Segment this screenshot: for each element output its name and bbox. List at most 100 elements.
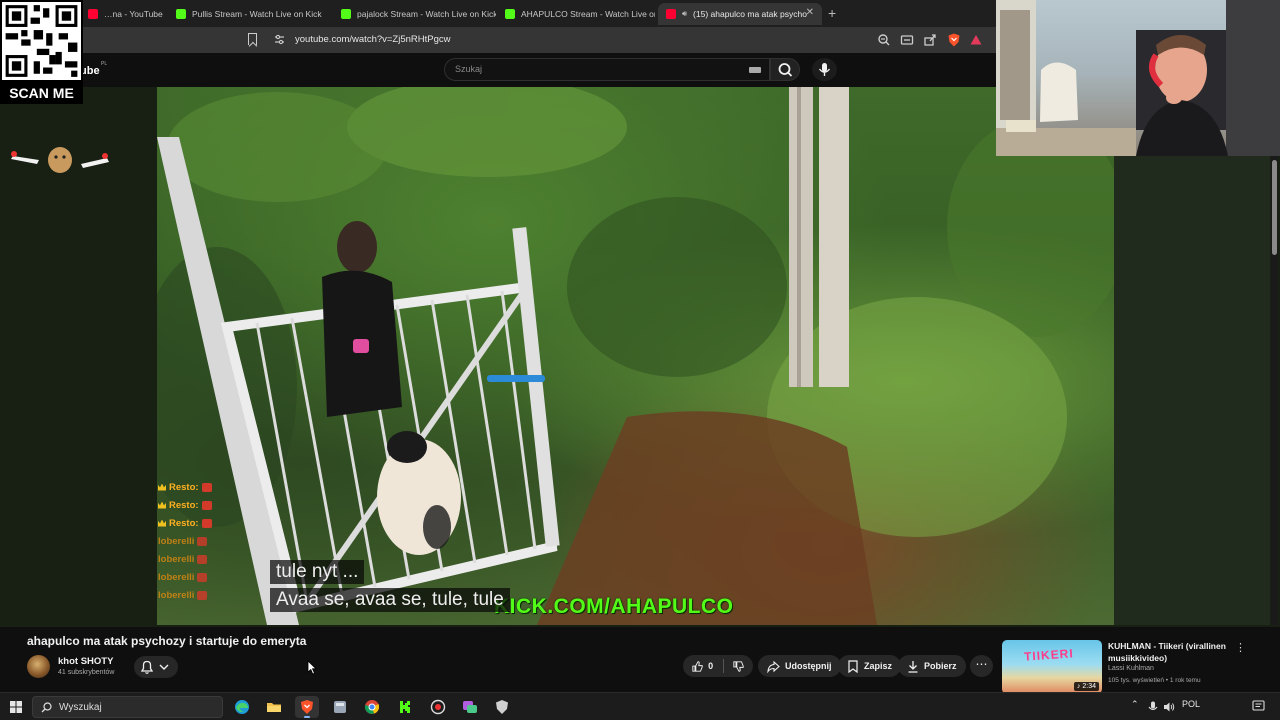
- windows-start-icon[interactable]: [10, 701, 22, 713]
- recommended-video-channel[interactable]: Lassi Kuhlman: [1108, 665, 1154, 672]
- taskbar-app-shield[interactable]: [490, 696, 514, 718]
- tab-kick-pajalock[interactable]: pajalock Stream - Watch Live on Kick: [333, 3, 496, 25]
- chat-username: Resto:: [169, 481, 199, 493]
- channel-avatar[interactable]: [27, 655, 50, 678]
- emote-icon: [201, 518, 212, 528]
- cast-icon[interactable]: [899, 32, 915, 48]
- tab-kick-pullis[interactable]: Pullis Stream - Watch Live on Kick: [168, 3, 333, 25]
- recommended-video-title[interactable]: KUHLMAN - Tiikeri (virallinen musiikkivi…: [1108, 640, 1228, 664]
- tray-microphone-icon[interactable]: [1148, 701, 1158, 713]
- crown-icon: [158, 519, 166, 527]
- crown-icon: [158, 501, 166, 509]
- brave-shields-icon[interactable]: [946, 32, 962, 48]
- folder-icon: [267, 703, 281, 712]
- chat-username: loberelli: [158, 589, 195, 601]
- stream-chat-overlay: Resto: Resto: Resto: loberelli loberelli…: [158, 478, 238, 604]
- subtitle-line-1: tule nyt ...: [270, 560, 365, 584]
- tab-kick-ahapulco[interactable]: AHAPULCO Stream - Watch Live on Kick: [497, 3, 655, 25]
- more-actions-button[interactable]: ⋯: [970, 655, 993, 677]
- subscriber-count: 41 subskrybentów: [58, 669, 115, 676]
- kick-favicon-icon: [176, 9, 186, 19]
- url-field[interactable]: youtube.com/watch?v=Zj5nRHtPgcw: [295, 34, 451, 45]
- tray-language[interactable]: POL: [1182, 699, 1200, 709]
- save-button[interactable]: Zapisz: [838, 655, 902, 677]
- record-icon: [430, 699, 446, 715]
- download-icon: [908, 660, 918, 673]
- taskbar-brave[interactable]: [295, 696, 319, 718]
- chat-message: Resto:: [158, 496, 238, 514]
- qr-code: [0, 0, 83, 82]
- like-icon[interactable]: [692, 660, 703, 673]
- chat-message: loberelli: [158, 532, 238, 550]
- new-tab-icon[interactable]: +: [828, 5, 836, 21]
- search-input[interactable]: Szukaj: [444, 58, 770, 81]
- qr-caption: SCAN ME: [0, 82, 83, 104]
- speaker-icon: 🔊︎: [682, 9, 688, 18]
- tab-youtube[interactable]: …na - YouTube: [80, 3, 168, 25]
- taskbar-app-chat[interactable]: [458, 696, 482, 718]
- chat-username: loberelli: [158, 553, 195, 565]
- close-tab-icon[interactable]: ✕: [806, 7, 814, 18]
- bookmark-icon[interactable]: [248, 33, 257, 45]
- video-title: ahapulco ma atak psychozy i startuje do …: [27, 634, 307, 648]
- browser-tab-strip: …na - YouTube Pullis Stream - Watch Live…: [0, 0, 996, 27]
- recommendation-menu-icon[interactable]: ⋮: [1235, 641, 1246, 654]
- voice-search-button[interactable]: [812, 58, 837, 81]
- page-scrollbar-thumb[interactable]: [1272, 160, 1277, 255]
- chat-message: loberelli: [158, 550, 238, 568]
- emote-icon: [197, 572, 208, 582]
- emote-icon: [201, 500, 212, 510]
- kick-favicon-icon: [505, 9, 515, 19]
- download-label: Pobierz: [924, 661, 957, 671]
- zoom-icon[interactable]: [876, 32, 892, 48]
- duration-value: 2:34: [1082, 683, 1096, 690]
- download-button[interactable]: Pobierz: [898, 655, 966, 677]
- mouse-cursor-icon: [307, 660, 317, 675]
- site-settings-icon[interactable]: [274, 34, 285, 45]
- dislike-icon[interactable]: [733, 660, 744, 673]
- taskbar-kick[interactable]: [393, 696, 417, 718]
- taskbar-edge[interactable]: [230, 696, 254, 718]
- chat-message: Resto:: [158, 514, 238, 532]
- channel-name[interactable]: khot SHOTY: [58, 656, 113, 667]
- brave-rewards-icon[interactable]: [968, 32, 984, 48]
- tab-label: …na - YouTube: [104, 9, 163, 19]
- tab-label: pajalock Stream - Watch Live on Kick: [357, 9, 496, 19]
- qr-code-icon: [2, 2, 81, 80]
- taskbar-search-placeholder: Wyszukaj: [59, 702, 102, 713]
- emote-icon: [197, 590, 208, 600]
- streamer-webcam: [996, 0, 1280, 156]
- chrome-icon: [364, 700, 380, 714]
- webcam-image: [996, 0, 1280, 156]
- notification-center-icon[interactable]: [1252, 700, 1265, 713]
- tab-youtube-active[interactable]: 🔊︎ (15) ahapulco ma atak psycho ✕: [658, 3, 822, 25]
- more-icon: ⋯: [975, 657, 988, 671]
- search-button[interactable]: [770, 58, 800, 81]
- chat-app-icon: [463, 701, 477, 713]
- taskbar-chrome[interactable]: [360, 696, 384, 718]
- taskbar-file-explorer[interactable]: [262, 696, 286, 718]
- sidebar-background: [1114, 155, 1270, 625]
- chat-username: loberelli: [158, 535, 195, 547]
- taskbar-app-recorder[interactable]: [426, 696, 450, 718]
- video-duration: ♪ 2:34: [1073, 682, 1099, 691]
- kick-favicon-icon: [341, 9, 351, 19]
- keyboard-icon[interactable]: [749, 67, 761, 73]
- youtube-country-code: PL: [101, 61, 108, 67]
- share-button[interactable]: Udostępnij: [758, 655, 841, 677]
- taskbar-search-input[interactable]: Wyszukaj: [32, 696, 223, 718]
- kick-icon: [400, 701, 410, 713]
- like-count[interactable]: 0: [708, 661, 713, 671]
- save-label: Zapisz: [864, 661, 893, 671]
- shield-icon: [496, 700, 508, 714]
- tray-volume-icon[interactable]: [1163, 701, 1175, 713]
- search-icon: [41, 702, 52, 713]
- tray-chevron-icon[interactable]: ⌃: [1131, 699, 1139, 710]
- app-icon: [334, 701, 346, 713]
- recommended-video-thumbnail[interactable]: TIIKERI ♪ 2:34: [1002, 640, 1102, 694]
- notification-button[interactable]: [134, 656, 178, 678]
- video-frame-image: [157, 87, 1114, 625]
- share-page-icon[interactable]: [922, 32, 938, 48]
- video-player[interactable]: [157, 87, 1114, 625]
- taskbar-app-generic[interactable]: [328, 696, 352, 718]
